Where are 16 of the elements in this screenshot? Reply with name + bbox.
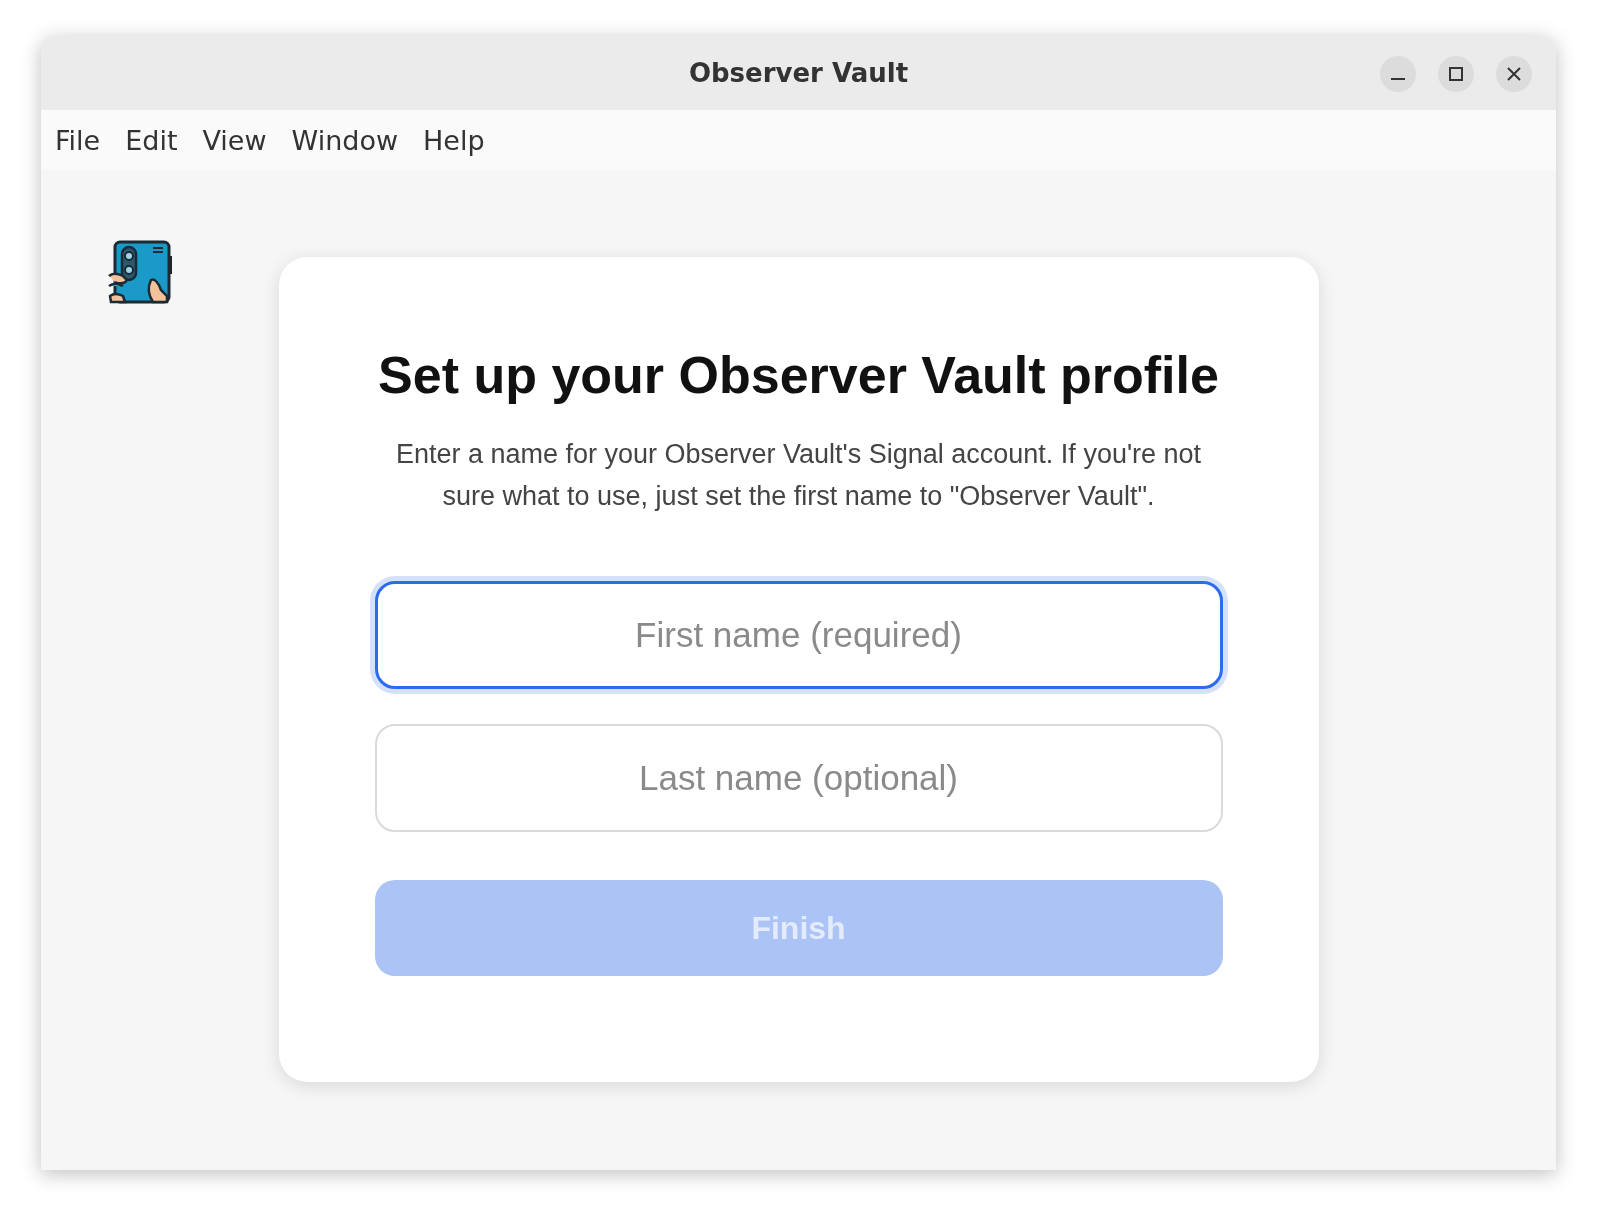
minimize-icon xyxy=(1391,78,1405,80)
maximize-button[interactable] xyxy=(1438,56,1474,92)
close-button[interactable] xyxy=(1496,56,1532,92)
menu-item[interactable]: Help xyxy=(423,124,485,156)
close-icon xyxy=(1505,65,1523,83)
menu-item[interactable]: File xyxy=(55,124,101,156)
menu-item[interactable]: View xyxy=(202,124,267,156)
minimize-button[interactable] xyxy=(1380,56,1416,92)
menu-item[interactable]: Window xyxy=(291,124,399,156)
maximize-icon xyxy=(1447,65,1465,83)
name-field[interactable]: First name (required) xyxy=(374,581,1223,689)
card-heading: Set up your Observer Vault profile xyxy=(378,345,1219,405)
phone-in-hand-icon xyxy=(107,238,173,304)
window-title: Observer Vault xyxy=(688,58,909,88)
description-text: Enter a name for your Observer Vault's Signal account. If you're not sure what to use, just set the first name to "Observer Vault". xyxy=(394,438,1203,513)
menu-item[interactable]: Edit xyxy=(125,124,178,156)
